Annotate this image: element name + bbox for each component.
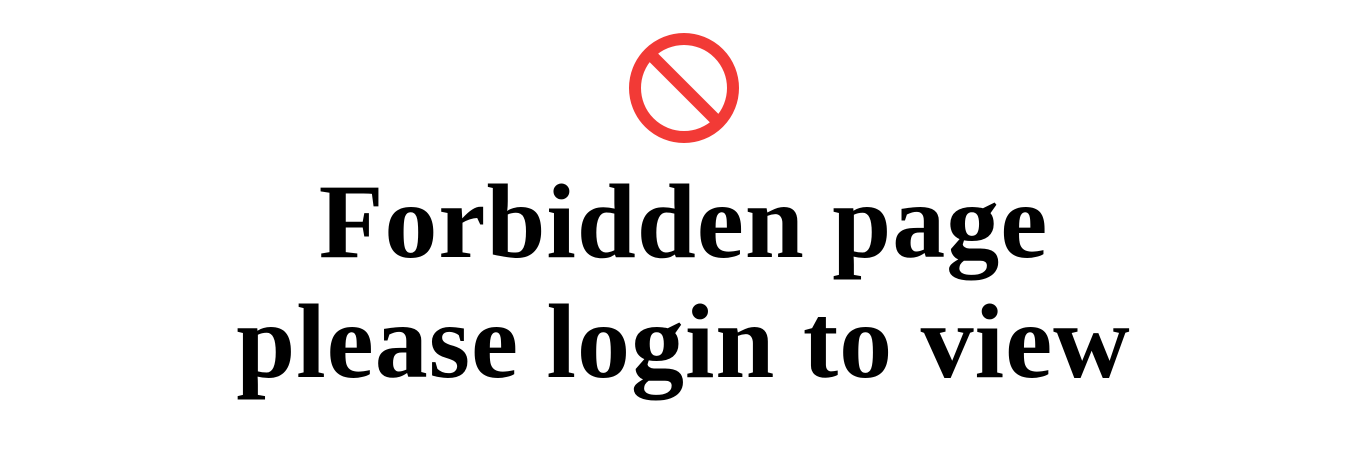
forbidden-icon [628,32,740,144]
message-line-2: please login to view [236,283,1131,400]
message-line-1: Forbidden page [318,163,1049,280]
forbidden-page: Forbidden page please login to view [0,0,1367,467]
forbidden-message: Forbidden page please login to view [236,162,1130,402]
